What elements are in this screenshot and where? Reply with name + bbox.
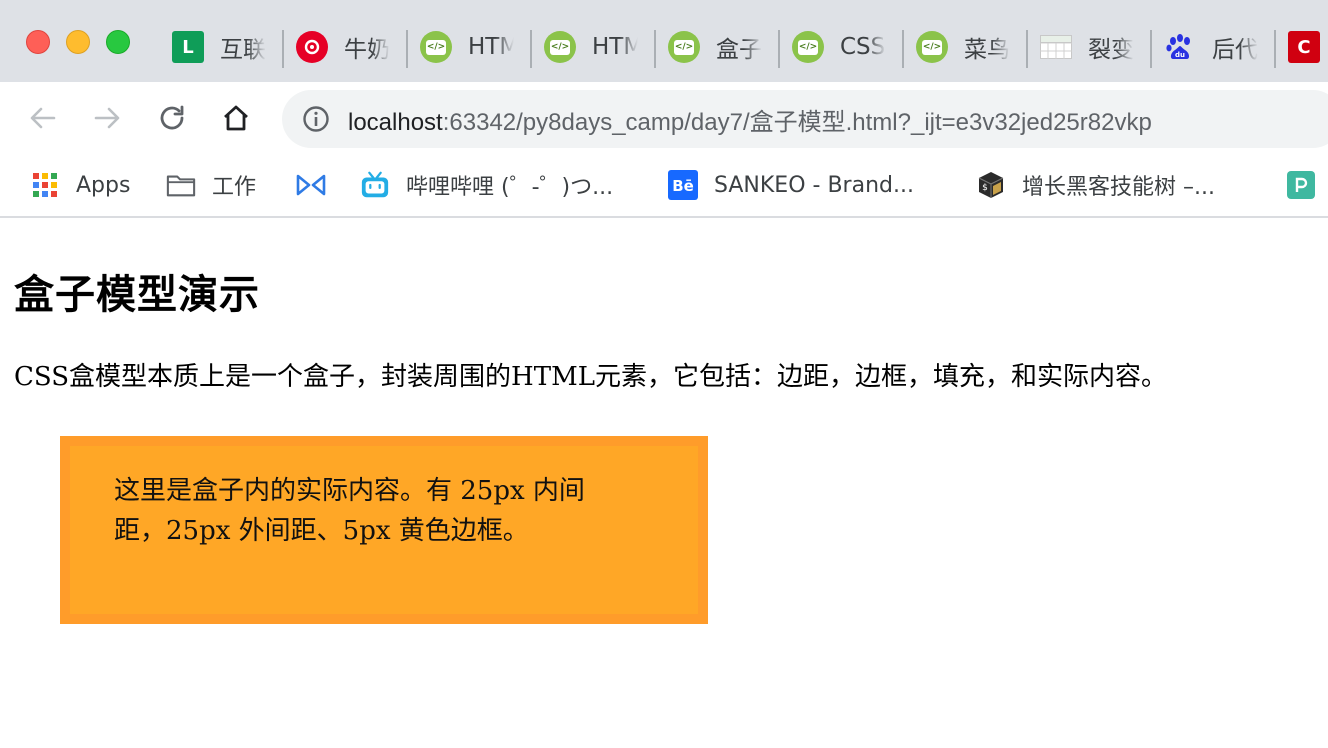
bookmark-bowtie[interactable]: [296, 166, 326, 204]
tab-strip: L 互联 牛奶 </> HTM </> HTM </> 盒子 </> CSS <…: [0, 0, 1328, 82]
tab-separator: [778, 30, 780, 68]
tab-label: HTM: [592, 34, 638, 60]
netease-music-icon: [296, 31, 328, 63]
tab-separator: [902, 30, 904, 68]
tab-label: 菜鸟: [964, 37, 1010, 63]
bookmark-label: 增长黑客技能树 –...: [1022, 175, 1215, 200]
tab-label: 裂变: [1088, 37, 1134, 63]
code-file-icon: </>: [420, 31, 452, 63]
bookmark-label: 工作: [212, 175, 257, 200]
box-model-demo: 这里是盒子内的实际内容。有 25px 内间距，25px 外间距、5px 黄色边框…: [60, 436, 708, 624]
bilibili-icon: [360, 170, 390, 200]
apps-grid-icon: [30, 170, 60, 200]
tab-separator: [406, 30, 408, 68]
tab-separator: [1026, 30, 1028, 68]
tab-label: 盒子: [716, 37, 762, 63]
tab-label: CSS: [840, 34, 886, 60]
tab-separator: [530, 30, 532, 68]
minimize-window-button[interactable]: [66, 30, 90, 54]
folder-icon: [166, 170, 196, 200]
svg-text:Bē: Bē: [672, 177, 694, 195]
page-heading: 盒子模型演示: [14, 271, 260, 318]
tab-separator: [282, 30, 284, 68]
tab-3[interactable]: </> HTM: [410, 20, 528, 74]
bookmark-bilibili[interactable]: 哔哩哔哩 (゜-゜)つ...: [360, 166, 613, 204]
forward-button[interactable]: [88, 99, 126, 137]
reload-button[interactable]: [153, 99, 191, 137]
maximize-window-button[interactable]: [106, 30, 130, 54]
close-window-button[interactable]: [26, 30, 50, 54]
tab-label: HTM: [468, 34, 514, 60]
tab-6[interactable]: </> CSS: [782, 20, 900, 74]
tab-1[interactable]: L 互联: [162, 20, 280, 74]
tab-2[interactable]: 牛奶: [286, 20, 404, 74]
bowtie-icon: [296, 170, 326, 200]
bookmark-p[interactable]: [1286, 166, 1316, 204]
baidu-paw-icon: du: [1164, 31, 1196, 63]
svg-text:$: $: [982, 183, 988, 193]
arrow-left-icon: [30, 107, 56, 129]
bookmark-growth-hacker[interactable]: $ 增长黑客技能树 –...: [976, 166, 1215, 204]
tab-separator: [1274, 30, 1276, 68]
spreadsheet-icon: [1040, 31, 1072, 63]
bookmark-label: SANKEO - Brand...: [714, 172, 914, 198]
back-button[interactable]: [24, 99, 62, 137]
tab-10[interactable]: C: [1278, 20, 1328, 74]
address-bar[interactable]: localhost:63342/py8days_camp/day7/盒子模型.h…: [282, 90, 1328, 148]
bookmark-apps[interactable]: Apps: [30, 166, 130, 204]
p-icon: [1286, 170, 1316, 200]
site-l-icon: L: [172, 31, 204, 63]
tab-8[interactable]: 裂变: [1030, 20, 1148, 74]
browser-toolbar: localhost:63342/py8days_camp/day7/盒子模型.h…: [0, 82, 1328, 154]
tab-4[interactable]: </> HTM: [534, 20, 652, 74]
arrow-right-icon: [94, 107, 120, 129]
url-text: localhost:63342/py8days_camp/day7/盒子模型.h…: [348, 108, 1152, 136]
page-content: 盒子模型演示 CSS盒模型本质上是一个盒子，封装周围的HTML元素，它包括：边距…: [0, 220, 1328, 748]
code-file-icon: </>: [916, 31, 948, 63]
site-c-icon: C: [1288, 31, 1320, 63]
code-file-icon: </>: [544, 31, 576, 63]
code-file-icon: </>: [668, 31, 700, 63]
site-info-icon[interactable]: [302, 105, 330, 133]
tab-label: 牛奶: [344, 37, 390, 63]
book-icon: $: [976, 170, 1006, 200]
behance-icon: Bē: [668, 170, 698, 200]
bookmark-label: Apps: [76, 172, 131, 198]
svg-text:du: du: [1175, 51, 1185, 59]
tab-5[interactable]: </> 盒子: [658, 20, 776, 74]
home-button[interactable]: [217, 99, 255, 137]
bookmark-label: 哔哩哔哩 (゜-゜)つ...: [406, 175, 614, 200]
tab-separator: [654, 30, 656, 68]
bookmarks-bar: Apps 工作 哔哩哔哩 (゜-゜)つ... Bē SANKEO - Brand…: [0, 154, 1328, 218]
tab-label: 互联: [220, 37, 266, 63]
code-file-icon: </>: [792, 31, 824, 63]
tab-7[interactable]: </> 菜鸟: [906, 20, 1024, 74]
home-icon: [224, 105, 248, 131]
bookmark-behance[interactable]: Bē SANKEO - Brand...: [668, 166, 914, 204]
reload-icon: [160, 105, 184, 130]
intro-paragraph: CSS盒模型本质上是一个盒子，封装周围的HTML元素，它包括：边距，边框，填充，…: [14, 362, 1167, 392]
bookmark-folder-work[interactable]: 工作: [166, 166, 256, 204]
box-content-text: 这里是盒子内的实际内容。有 25px 内间距，25px 外间距、5px 黄色边框…: [114, 476, 585, 546]
tab-label: 后代: [1212, 37, 1258, 63]
tab-9[interactable]: du 后代: [1154, 20, 1272, 74]
tab-separator: [1150, 30, 1152, 68]
